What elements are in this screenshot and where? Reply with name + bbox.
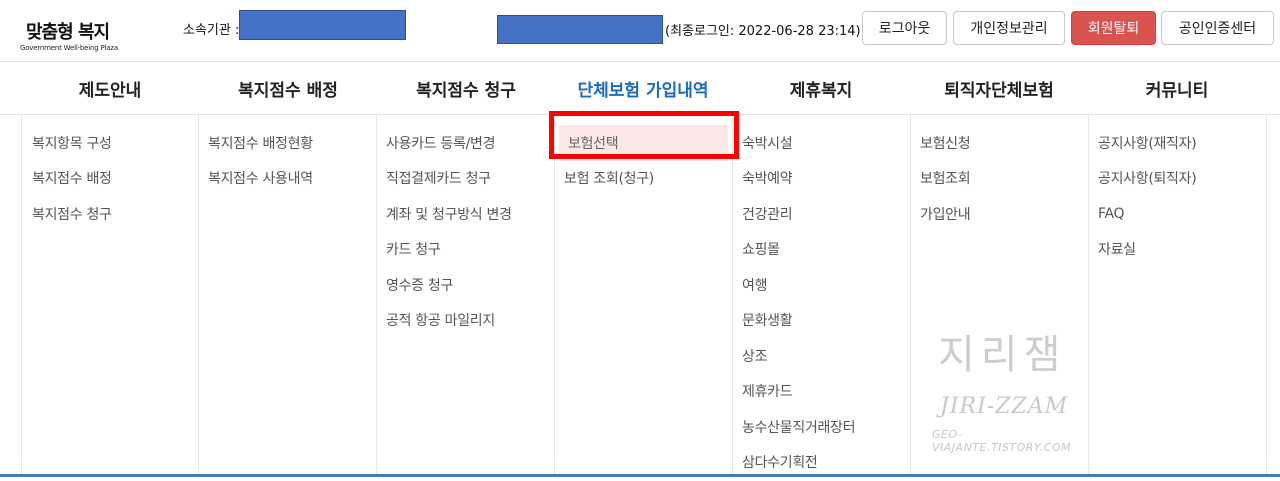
menu-item[interactable]: 복지항목 구성 [32, 125, 198, 161]
menu-item[interactable]: 제휴카드 [742, 374, 910, 410]
menu-item[interactable]: 공지사항(퇴직자) [1098, 161, 1266, 197]
affiliation-label: 소속기관 : [183, 23, 240, 38]
menu-item[interactable]: 카드 청구 [386, 232, 554, 268]
menu-item[interactable]: 문화생활 [742, 303, 910, 339]
menu-item[interactable]: 여행 [742, 267, 910, 303]
menu-item[interactable]: 공적 항공 마일리지 [386, 303, 554, 339]
logo-korean: 맞춤형 복지 [26, 22, 110, 43]
menu-column-partner-welfare: 숙박시설 숙박예약 건강관리 쇼핑몰 여행 문화생활 상조 제휴카드 농수산물직… [733, 115, 911, 474]
menu-item[interactable]: 자료실 [1098, 232, 1266, 268]
nav-group-insurance[interactable]: 단체보험 가입내역 [554, 62, 732, 115]
last-login-text: (최종로그인: 2022-06-28 23:14) [665, 24, 861, 39]
menu-item[interactable]: 공지사항(재직자) [1098, 125, 1266, 161]
menu-item[interactable]: 쇼핑몰 [742, 232, 910, 268]
menu-item[interactable]: 농수산물직거래장터 [742, 409, 910, 445]
nav-community[interactable]: 커뮤니티 [1088, 62, 1266, 115]
menu-item[interactable]: 삼다수기획전 [742, 445, 910, 481]
menu-item[interactable]: 복지점수 사용내역 [208, 161, 376, 197]
logo-english-tagline: Government Well-being Plaza [20, 44, 118, 52]
menu-item[interactable]: 보험신청 [920, 125, 1088, 161]
menu-item[interactable]: 보험조회 [920, 161, 1088, 197]
logout-button[interactable]: 로그아웃 [862, 11, 947, 45]
withdraw-button[interactable]: 회원탈퇴 [1071, 11, 1156, 45]
nav-partner-welfare[interactable]: 제휴복지 [732, 62, 910, 115]
menu-item[interactable]: 숙박시설 [742, 125, 910, 161]
nav-retiree-insurance[interactable]: 퇴직자단체보험 [910, 62, 1088, 115]
nav-points-claim[interactable]: 복지점수 청구 [377, 62, 555, 115]
my-info-button[interactable]: 개인정보관리 [953, 11, 1065, 45]
menu-item[interactable]: 숙박예약 [742, 161, 910, 197]
menu-column-group-insurance: 보험선택 보험 조회(청구) [555, 115, 733, 474]
mega-menu-panel: 복지항목 구성 복지점수 배정 복지점수 청구 복지점수 배정현황 복지점수 사… [0, 115, 1280, 477]
menu-item[interactable]: FAQ [1098, 196, 1266, 232]
menu-item[interactable]: 사용카드 등록/변경 [386, 125, 554, 161]
nav-points-allocation[interactable]: 복지점수 배정 [199, 62, 377, 115]
site-logo[interactable]: 맞춤형 복지 Government Well-being Plaza [20, 8, 130, 58]
menu-item[interactable]: 복지점수 배정현황 [208, 125, 376, 161]
menu-item[interactable]: 직접결제카드 청구 [386, 161, 554, 197]
menu-item-insurance-select[interactable]: 보험선택 [559, 125, 728, 161]
menu-column-points-claim: 사용카드 등록/변경 직접결제카드 청구 계좌 및 청구방식 변경 카드 청구 … [377, 115, 555, 474]
menu-item[interactable]: 계좌 및 청구방식 변경 [386, 196, 554, 232]
menu-item[interactable]: 복지점수 배정 [32, 161, 198, 197]
menu-column-points-allocation: 복지점수 배정현황 복지점수 사용내역 [199, 115, 377, 474]
certificate-center-button[interactable]: 공인인증센터 [1161, 11, 1274, 45]
menu-item[interactable]: 복지점수 청구 [32, 196, 198, 232]
menu-column-community: 공지사항(재직자) 공지사항(퇴직자) FAQ 자료실 [1089, 115, 1267, 474]
menu-item[interactable]: 상조 [742, 338, 910, 374]
main-nav: 제도안내 복지점수 배정 복지점수 청구 단체보험 가입내역 제휴복지 퇴직자단… [0, 62, 1280, 115]
menu-column-retiree-insurance: 보험신청 보험조회 가입안내 [911, 115, 1089, 474]
menu-column-system-guide: 복지항목 구성 복지점수 배정 복지점수 청구 [21, 115, 199, 474]
redacted-affiliation [239, 10, 406, 40]
redacted-user-name [497, 15, 663, 44]
menu-item[interactable]: 영수증 청구 [386, 267, 554, 303]
menu-item[interactable]: 건강관리 [742, 196, 910, 232]
menu-item[interactable]: 가입안내 [920, 196, 1088, 232]
nav-system-guide[interactable]: 제도안내 [21, 62, 199, 115]
menu-item[interactable]: 보험 조회(청구) [555, 161, 732, 197]
site-header: 맞춤형 복지 Government Well-being Plaza 소속기관 … [0, 0, 1280, 62]
